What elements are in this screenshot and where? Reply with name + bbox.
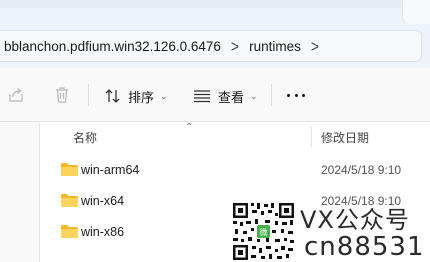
folder-icon: [61, 225, 78, 238]
list-item[interactable]: win-arm64 2024/5/18 9:10: [41, 155, 430, 185]
sort-icon: [105, 89, 120, 103]
view-button[interactable]: 查看 ⌄: [193, 82, 258, 110]
folder-icon: [61, 194, 78, 207]
breadcrumb-separator[interactable]: >: [311, 36, 319, 55]
command-bar: 排序 ⌄ 查看 ⌄: [0, 68, 430, 122]
watermark-text-line1: VX公众号: [300, 206, 410, 234]
chevron-down-icon: ⌄: [250, 90, 258, 101]
column-header-row: ⌃ 名称 修改日期: [41, 122, 430, 151]
watermark-text-line2: cn88531: [304, 232, 425, 262]
breadcrumb-separator[interactable]: >: [231, 36, 239, 55]
column-header-modified[interactable]: 修改日期: [321, 129, 369, 146]
file-modified-date: 2024/5/18 9:10: [321, 163, 402, 177]
file-name: win-arm64: [81, 163, 140, 177]
file-name: win-x64: [81, 194, 125, 208]
toolbar-divider: [271, 84, 272, 106]
breadcrumb-item-runtimes[interactable]: runtimes: [249, 39, 301, 54]
trash-icon[interactable]: [52, 85, 72, 105]
navigation-pane: [0, 123, 40, 262]
more-dots-icon[interactable]: [284, 85, 308, 105]
window-tab-edge: [402, 0, 430, 24]
svg-text:微: 微: [260, 227, 268, 237]
window-edge: [0, 0, 430, 8]
share-icon[interactable]: [6, 85, 26, 105]
chevron-down-icon: ⌄: [160, 90, 168, 101]
qr-code-watermark: 微: [231, 201, 296, 262]
breadcrumb[interactable]: bblanchon.pdfium.win32.126.0.6476 > runt…: [0, 30, 422, 62]
breadcrumb-item-package[interactable]: bblanchon.pdfium.win32.126.0.6476: [4, 39, 221, 54]
column-header-name[interactable]: 名称: [73, 129, 97, 146]
window-top-strip: [0, 0, 430, 24]
column-divider[interactable]: [311, 127, 312, 147]
sort-label: 排序: [128, 89, 155, 105]
view-label: 查看: [218, 89, 245, 105]
list-view-icon: [194, 90, 210, 103]
sort-button[interactable]: 排序 ⌄: [104, 82, 168, 110]
sort-ascending-icon: ⌃: [185, 122, 194, 133]
toolbar-divider: [88, 84, 89, 106]
address-bar: bblanchon.pdfium.win32.126.0.6476 > runt…: [0, 24, 430, 68]
file-name: win-x86: [81, 225, 125, 239]
folder-icon: [61, 163, 78, 176]
